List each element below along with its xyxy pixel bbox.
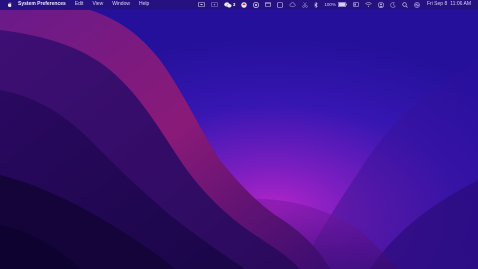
menu-bar: System Preferences Edit View Window Help… <box>0 0 478 9</box>
battery-percent: 100% <box>324 2 336 7</box>
search-icon[interactable] <box>402 0 408 9</box>
control-icon[interactable] <box>353 0 359 9</box>
menu-window[interactable]: Window <box>112 0 130 9</box>
menu-edit[interactable]: Edit <box>75 0 84 9</box>
menu-bar-clock[interactable]: Fri Sep 8 11:06 AM <box>427 0 471 9</box>
battery-icon <box>337 2 347 7</box>
siri-icon[interactable] <box>414 0 420 9</box>
chrome-icon[interactable] <box>253 0 260 9</box>
user-icon[interactable] <box>378 0 384 9</box>
clock-date: Fri Sep 8 <box>426 1 448 7</box>
wifi-icon[interactable] <box>365 0 372 9</box>
wechat-icon[interactable]: 3 <box>224 0 236 9</box>
focus-icon[interactable] <box>390 0 396 9</box>
menu-bar-right: 3 100% Fri Sep 8 11:06 AM <box>192 0 471 9</box>
menu-view[interactable]: View <box>92 0 103 9</box>
wallpaper <box>0 0 478 269</box>
battery-indicator[interactable]: 100% <box>324 0 347 9</box>
apple-icon[interactable] <box>7 2 12 7</box>
desktop: System Preferences Edit View Window Help… <box>0 0 478 269</box>
wechat-badge: 3 <box>232 2 236 7</box>
screen-recording-icon[interactable] <box>211 0 218 9</box>
cloud-icon[interactable] <box>289 0 296 9</box>
app-name-menu[interactable]: System Preferences <box>18 0 66 9</box>
window-icon[interactable] <box>265 0 272 9</box>
clock-time: 11:06 AM <box>450 1 471 7</box>
flag-icon[interactable] <box>241 0 248 9</box>
scissors-icon[interactable] <box>302 0 309 9</box>
menu-bar-left: System Preferences Edit View Window Help <box>0 0 158 9</box>
calendar-icon[interactable] <box>277 0 284 9</box>
bluetooth-icon[interactable] <box>314 0 319 9</box>
display-mirroring-icon[interactable] <box>198 0 205 9</box>
menu-help[interactable]: Help <box>139 0 149 9</box>
